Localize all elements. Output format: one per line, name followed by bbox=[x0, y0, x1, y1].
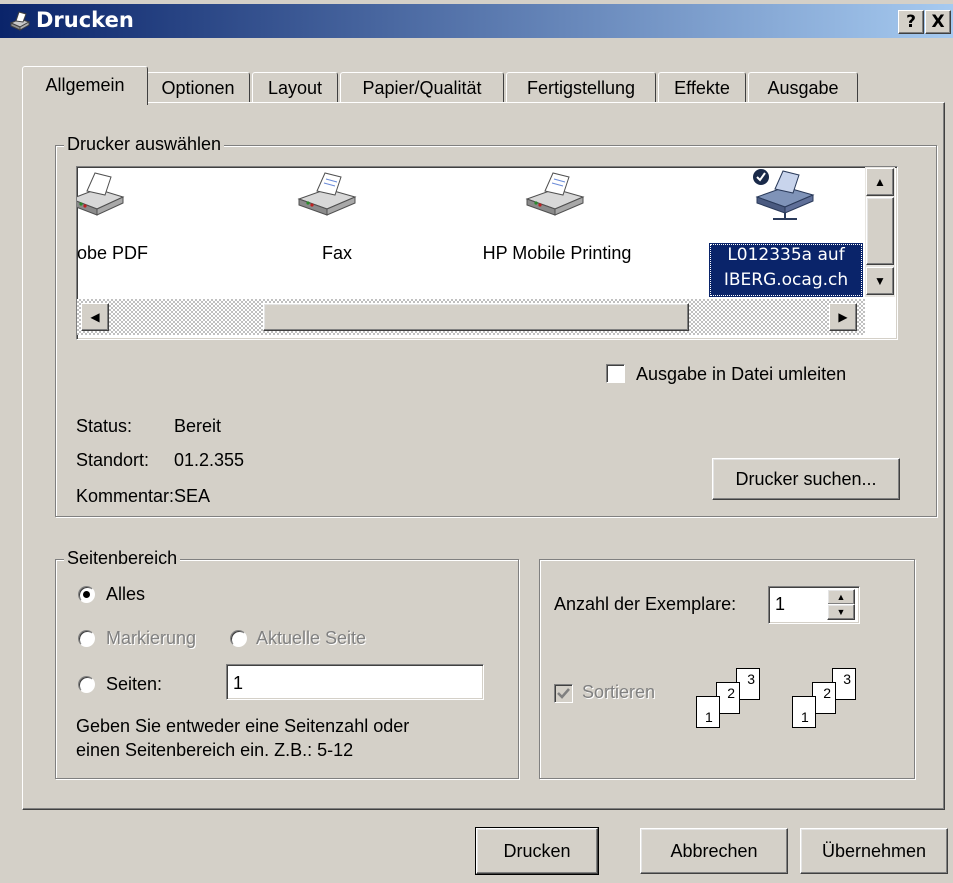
printer-label: obe PDF bbox=[77, 243, 149, 263]
vertical-scroll-thumb[interactable] bbox=[866, 197, 894, 265]
page-range-group: Seitenbereich Alles Markierung Aktuelle … bbox=[55, 548, 519, 779]
collate-illustration-2: 3 2 1 bbox=[788, 664, 878, 734]
cancel-button[interactable]: Abbrechen bbox=[640, 828, 788, 874]
title-bar[interactable]: Drucken ? X bbox=[0, 4, 953, 38]
print-button[interactable]: Drucken bbox=[475, 827, 599, 875]
help-button[interactable]: ? bbox=[898, 10, 924, 34]
page-range-hint-line2: einen Seitenbereich ein. Z.B.: 5-12 bbox=[76, 740, 354, 760]
vertical-scrollbar[interactable]: ▲ ▼ bbox=[865, 167, 895, 297]
page-number-2: 2 bbox=[823, 685, 831, 701]
page-number-3: 3 bbox=[747, 671, 755, 687]
print-to-file-label: Ausgabe in Datei umleiten bbox=[636, 364, 847, 384]
printer-list[interactable]: obe PDF Fax HP Mobile Printing L012335a … bbox=[76, 166, 898, 340]
page-number-2: 2 bbox=[727, 685, 735, 701]
printer-label: Fax bbox=[321, 243, 352, 263]
copies-label: Anzahl der Exemplare: bbox=[554, 594, 737, 614]
pages-input[interactable]: 1 bbox=[226, 664, 484, 700]
printer-item-l012335a[interactable]: L012335a auf IBERG.ocag.ch bbox=[709, 167, 863, 299]
scroll-left-button[interactable]: ◀ bbox=[81, 303, 109, 331]
location-value: 01.2.355 bbox=[174, 450, 245, 470]
comment-label: Kommentar: bbox=[76, 486, 175, 506]
printer-icon bbox=[9, 11, 31, 31]
window-title: Drucken bbox=[36, 8, 134, 32]
collate-checkbox bbox=[554, 684, 573, 703]
radio-all-label: Alles bbox=[106, 584, 146, 604]
find-printer-button[interactable]: Drucker suchen... bbox=[712, 458, 900, 500]
collate-label: Sortieren bbox=[582, 682, 656, 702]
comment-value: SEA bbox=[174, 486, 211, 506]
radio-all[interactable] bbox=[78, 586, 95, 603]
copies-group: Anzahl der Exemplare: 1 ▲ ▼ Sortieren 3 … bbox=[539, 559, 915, 779]
radio-current-page-label: Aktuelle Seite bbox=[256, 628, 367, 648]
page-range-legend: Seitenbereich bbox=[64, 548, 181, 569]
radio-selection bbox=[78, 630, 95, 647]
scroll-down-button[interactable]: ▼ bbox=[866, 267, 894, 295]
printer-icon bbox=[525, 172, 585, 216]
tab-layout[interactable]: Layout bbox=[252, 72, 338, 103]
page-number-1: 1 bbox=[705, 709, 713, 725]
network-printer-icon bbox=[753, 169, 815, 220]
printer-select-group: Drucker auswählen obe PDF Fax HP Mobile … bbox=[55, 134, 937, 517]
copies-up-button[interactable]: ▲ bbox=[827, 589, 855, 605]
printer-label-line2: IBERG.ocag.ch bbox=[723, 270, 849, 290]
copies-value: 1 bbox=[775, 594, 786, 614]
radio-pages-label: Seiten: bbox=[106, 674, 163, 694]
scroll-up-button[interactable]: ▲ bbox=[866, 168, 894, 196]
radio-pages[interactable] bbox=[78, 676, 95, 693]
checkmark-icon bbox=[557, 688, 570, 699]
horizontal-scroll-thumb[interactable] bbox=[263, 303, 689, 331]
status-label: Status: bbox=[76, 416, 133, 436]
radio-current-page bbox=[230, 630, 247, 647]
printer-label: HP Mobile Printing bbox=[482, 243, 632, 263]
collate-illustration-1: 3 2 1 bbox=[692, 664, 782, 734]
status-value: Bereit bbox=[174, 416, 222, 436]
radio-selection-label: Markierung bbox=[106, 628, 197, 648]
printer-group-legend: Drucker auswählen bbox=[64, 134, 225, 155]
copies-spinner[interactable]: 1 ▲ ▼ bbox=[768, 586, 860, 624]
horizontal-scrollbar[interactable]: ◀ ▶ bbox=[77, 299, 865, 335]
printer-item-fax[interactable]: Fax bbox=[277, 167, 397, 297]
page-number-3: 3 bbox=[843, 671, 851, 687]
tab-panel-allgemein: Drucker auswählen obe PDF Fax HP Mobile … bbox=[22, 102, 945, 810]
page-range-hint-line1: Geben Sie entweder eine Seitenzahl oder bbox=[76, 716, 410, 736]
copies-down-button[interactable]: ▼ bbox=[827, 604, 855, 620]
location-label: Standort: bbox=[76, 450, 150, 470]
close-button[interactable]: X bbox=[925, 10, 951, 34]
page-number-1: 1 bbox=[801, 709, 809, 725]
printer-icon bbox=[297, 172, 357, 216]
print-to-file-checkbox[interactable] bbox=[606, 364, 625, 383]
printer-item-adobe-pdf[interactable]: obe PDF bbox=[77, 167, 157, 297]
radio-selected-dot bbox=[83, 591, 90, 598]
selected-printer-label: L012335a auf IBERG.ocag.ch bbox=[709, 243, 863, 297]
tab-ausgabe[interactable]: Ausgabe bbox=[748, 72, 858, 103]
apply-button[interactable]: Übernehmen bbox=[800, 828, 948, 874]
printer-icon bbox=[77, 172, 125, 216]
print-dialog: Drucken ? X Allgemein Optionen Layout Pa… bbox=[0, 0, 953, 883]
tab-allgemein[interactable]: Allgemein bbox=[22, 66, 148, 105]
tab-effekte[interactable]: Effekte bbox=[658, 72, 746, 103]
tab-optionen[interactable]: Optionen bbox=[146, 72, 250, 103]
scroll-right-button[interactable]: ▶ bbox=[829, 303, 857, 331]
printer-label-line1: L012335a auf bbox=[727, 245, 845, 265]
tab-fertigstellung[interactable]: Fertigstellung bbox=[506, 72, 656, 103]
printer-item-hp-mobile-printing[interactable]: HP Mobile Printing bbox=[467, 167, 647, 297]
tab-papier-qualitaet[interactable]: Papier/Qualität bbox=[340, 72, 504, 103]
